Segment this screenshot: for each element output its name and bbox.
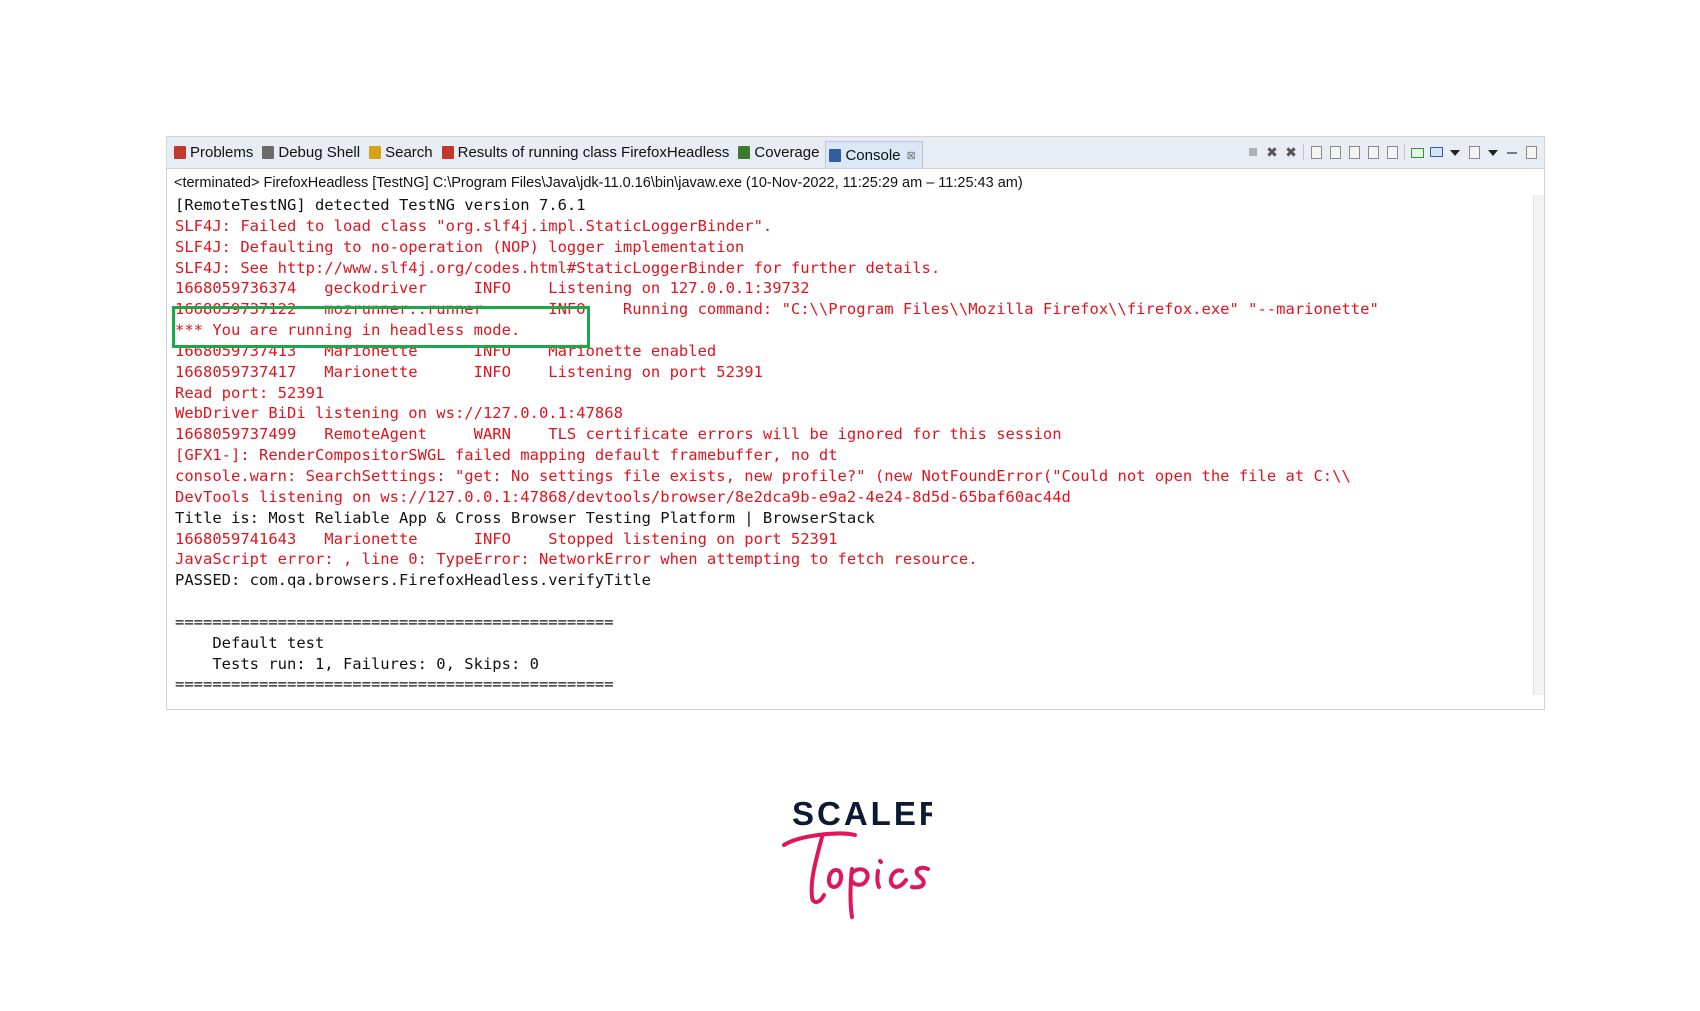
console-line: [GFX1-]: RenderCompositorSWGL failed map… bbox=[175, 446, 838, 465]
clear-console-icon[interactable] bbox=[1309, 145, 1323, 159]
terminate-icon[interactable] bbox=[1246, 145, 1260, 159]
testng-results-icon bbox=[441, 146, 454, 159]
tab-label: Search bbox=[385, 144, 433, 161]
display-selected-console-icon[interactable] bbox=[1429, 145, 1443, 159]
console-line: PASSED: com.qa.browsers.FirefoxHeadless.… bbox=[175, 571, 651, 590]
console-toolbar: ✖ ✖ bbox=[1246, 144, 1538, 160]
console-line: SLF4J: Failed to load class "org.slf4j.i… bbox=[175, 216, 773, 235]
view-tabs: Problems Debug Shell Search Results of runn… bbox=[171, 137, 923, 168]
toolbar-separator bbox=[1303, 144, 1304, 160]
chevron-down-icon[interactable] bbox=[1486, 145, 1500, 159]
show-on-stderr-icon[interactable] bbox=[1385, 145, 1399, 159]
console-line: DevTools listening on ws://127.0.0.1:478… bbox=[175, 487, 1071, 506]
console-line: SLF4J: See http://www.slf4j.org/codes.ht… bbox=[175, 258, 941, 277]
tab-debug-shell[interactable]: Debug Shell bbox=[259, 141, 366, 165]
console-icon bbox=[829, 148, 842, 162]
console-view-panel: Problems Debug Shell Search Results of runn… bbox=[166, 136, 1545, 710]
console-line: Title is: Most Reliable App & Cross Brow… bbox=[175, 508, 875, 527]
tab-console[interactable]: Console ⊠ bbox=[825, 141, 923, 168]
console-line: [RemoteTestNG] detected TestNG version 7… bbox=[175, 196, 586, 214]
console-line: Default test bbox=[175, 633, 325, 652]
console-line: 1668059737499 RemoteAgent WARN TLS certi… bbox=[175, 425, 1062, 444]
debug-shell-icon bbox=[262, 146, 275, 159]
console-line: Tests run: 1, Failures: 0, Skips: 0 bbox=[175, 654, 539, 673]
tab-label: Results of running class FirefoxHeadless bbox=[457, 144, 730, 161]
word-wrap-icon[interactable] bbox=[1347, 145, 1361, 159]
tab-label: Coverage bbox=[754, 144, 820, 161]
open-console-icon[interactable] bbox=[1467, 145, 1481, 159]
launch-status-line: <terminated> FirefoxHeadless [TestNG] C:… bbox=[174, 175, 1023, 191]
tab-results-of-running-class-firefoxheadless[interactable]: Results of running class FirefoxHeadless bbox=[439, 141, 736, 165]
tab-problems[interactable]: Problems bbox=[171, 141, 259, 165]
scroll-lock-icon[interactable] bbox=[1328, 145, 1342, 159]
console-line: 1668059736374 geckodriver INFO Listening… bbox=[175, 279, 810, 298]
remove-all-terminated-icon[interactable]: ✖ bbox=[1284, 145, 1298, 159]
console-line: console.warn: SearchSettings: "get: No s… bbox=[175, 466, 1351, 485]
chevron-down-icon[interactable] bbox=[1448, 145, 1462, 159]
headless-mode-highlight-box bbox=[172, 306, 590, 348]
tab-label: Problems bbox=[190, 144, 254, 161]
console-output[interactable]: [RemoteTestNG] detected TestNG version 7… bbox=[175, 195, 1535, 693]
minimize-icon[interactable] bbox=[1505, 145, 1519, 159]
coverage-icon bbox=[738, 146, 751, 159]
console-line: ========================================… bbox=[175, 612, 614, 631]
search-icon bbox=[369, 146, 382, 159]
tab-label: Console bbox=[845, 146, 901, 164]
pin-console-icon[interactable] bbox=[1410, 145, 1424, 159]
console-line: SLF4J: Defaulting to no-operation (NOP) … bbox=[175, 237, 745, 256]
console-line: Read port: 52391 bbox=[175, 383, 325, 402]
console-line: 1668059737417 Marionette INFO Listening … bbox=[175, 362, 763, 381]
close-icon[interactable]: ⊠ bbox=[907, 149, 916, 162]
console-line: WebDriver BiDi listening on ws://127.0.0… bbox=[175, 404, 623, 423]
tab-label: Debug Shell bbox=[278, 144, 361, 161]
toolbar-separator bbox=[1404, 144, 1405, 160]
problems-icon bbox=[174, 146, 186, 159]
remove-launch-icon[interactable]: ✖ bbox=[1265, 145, 1279, 159]
show-on-stdout-icon[interactable] bbox=[1366, 145, 1380, 159]
scaler-topics-logo: SCALER bbox=[780, 795, 943, 920]
vertical-scrollbar[interactable] bbox=[1533, 195, 1544, 695]
tab-coverage[interactable]: Coverage bbox=[735, 141, 825, 165]
maximize-icon[interactable] bbox=[1524, 145, 1538, 159]
tab-search[interactable]: Search bbox=[366, 141, 439, 165]
console-line: 1668059741643 Marionette INFO Stopped li… bbox=[175, 529, 838, 548]
console-line: ========================================… bbox=[175, 675, 614, 693]
view-tab-bar: Problems Debug Shell Search Results of runn… bbox=[167, 137, 1544, 169]
logo-script-graphic bbox=[782, 831, 930, 919]
console-line: JavaScript error: , line 0: TypeError: N… bbox=[175, 550, 978, 569]
